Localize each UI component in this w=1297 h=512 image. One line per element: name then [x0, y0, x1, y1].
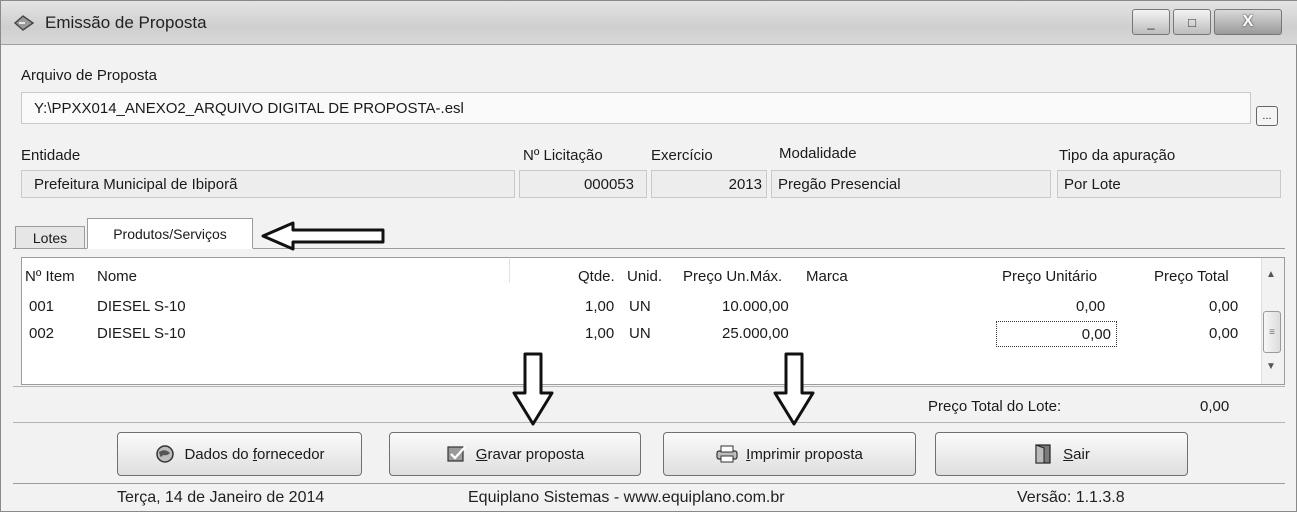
row-preco-unit: 0,00 [1081, 325, 1111, 343]
status-divider [13, 483, 1285, 484]
browse-button[interactable]: ... [1256, 106, 1278, 126]
col-header-qtde[interactable]: Qtde. [578, 268, 615, 285]
row-unid: UN [629, 325, 651, 342]
col-header-preco-max[interactable]: Preço Un.Máx. [683, 268, 782, 285]
divider [13, 386, 1285, 387]
row-item: 001 [29, 298, 55, 315]
tab-produtos-label: Produtos/Serviços [113, 225, 227, 242]
row-preco-total: 0,00 [1209, 325, 1239, 342]
scroll-thumb[interactable]: ≡ [1263, 311, 1281, 353]
imprimir-proposta-button[interactable]: Imprimir proposta [663, 432, 916, 476]
entidade-field: Prefeitura Municipal de Ibiporã [21, 170, 515, 198]
col-header-item[interactable]: Nº Item [25, 268, 75, 285]
col-header-nome[interactable]: Nome [97, 268, 137, 285]
scroll-up-icon[interactable]: ▲ [1266, 269, 1276, 280]
col-header-preco-total[interactable]: Preço Total [1154, 268, 1229, 285]
printer-icon [716, 444, 738, 464]
apuracao-value: Por Lote [1064, 175, 1121, 193]
imprimir-proposta-label: Imprimir proposta [746, 445, 863, 463]
modalidade-field: Pregão Presencial [771, 170, 1051, 198]
dados-fornecedor-button[interactable]: Dados do fornecedor [117, 432, 362, 476]
row-unid: UN [629, 298, 651, 315]
close-icon: X [1242, 13, 1254, 30]
app-icon [13, 15, 35, 31]
minimize-button[interactable]: _ [1132, 9, 1170, 35]
licitacao-value: 000053 [583, 175, 634, 193]
proposal-window: Emissão de Proposta _ □ X Arquivo de Pro… [0, 0, 1297, 512]
row-preco-unit[interactable]: 0,00 [1076, 298, 1105, 315]
scroll-down-icon[interactable]: ▼ [1266, 361, 1276, 372]
col-header-unid[interactable]: Unid. [627, 268, 662, 285]
total-lote-value: 0,00 [1200, 398, 1230, 415]
checkbox-icon [446, 444, 468, 464]
row-preco-max: 25.000,00 [722, 325, 789, 342]
maximize-icon: □ [1188, 14, 1196, 30]
status-date: Terça, 14 de Janeiro de 2014 [117, 489, 325, 506]
exercicio-label: Exercício [651, 147, 713, 164]
row-qtde: 1,00 [585, 325, 615, 342]
row-preco-total: 0,00 [1209, 298, 1239, 315]
arrow-down-annotation [512, 352, 554, 426]
minimize-icon: _ [1147, 14, 1155, 30]
row-nome: DIESEL S-10 [97, 325, 186, 342]
preco-unitario-editor[interactable]: 0,00 [996, 321, 1117, 347]
scroll-grip-icon: ≡ [1269, 326, 1275, 338]
row-item: 002 [29, 325, 55, 342]
globe-icon [154, 444, 176, 464]
gravar-proposta-label: Gravar proposta [475, 445, 585, 463]
apuracao-label: Tipo da apuração [1059, 147, 1176, 164]
tab-produtos-servicos[interactable]: Produtos/Serviços [87, 218, 253, 249]
window-title: Emissão de Proposta [45, 13, 207, 32]
row-nome: DIESEL S-10 [97, 298, 186, 315]
divider [13, 422, 1285, 423]
column-separator [509, 259, 510, 283]
arquivo-label: Arquivo de Proposta [21, 67, 157, 84]
tab-lotes[interactable]: Lotes [15, 226, 85, 248]
licitacao-field: 000053 [519, 170, 647, 198]
close-button[interactable]: X [1214, 9, 1282, 35]
arrow-left-annotation [261, 221, 385, 251]
tab-lotes-label: Lotes [32, 229, 68, 246]
col-header-preco-unit[interactable]: Preço Unitário [1002, 268, 1097, 285]
entidade-value: Prefeitura Municipal de Ibiporã [34, 175, 238, 193]
total-lote-label: Preço Total do Lote: [928, 398, 1062, 415]
modalidade-label: Modalidade [779, 145, 857, 162]
col-header-marca[interactable]: Marca [806, 268, 848, 285]
arrow-down-annotation [773, 352, 815, 426]
row-qtde: 1,00 [585, 298, 615, 315]
status-version: Versão: 1.1.3.8 [1017, 489, 1125, 506]
modalidade-value: Pregão Presencial [778, 175, 901, 193]
exercicio-field: 2013 [651, 170, 767, 198]
entidade-label: Entidade [21, 147, 81, 164]
sair-button[interactable]: Sair [935, 432, 1188, 476]
apuracao-field: Por Lote [1057, 170, 1281, 198]
browse-label: ... [1262, 109, 1272, 122]
arquivo-value: Y:\PPXX014_ANEXO2_ARQUIVO DIGITAL DE PRO… [34, 99, 464, 117]
sair-label: Sair [1063, 445, 1090, 463]
gravar-proposta-button[interactable]: Gravar proposta [389, 432, 641, 476]
arquivo-field[interactable]: Y:\PPXX014_ANEXO2_ARQUIVO DIGITAL DE PRO… [21, 92, 1251, 124]
dados-fornecedor-label: Dados do fornecedor [184, 445, 325, 463]
row-preco-max: 10.000,00 [722, 298, 789, 315]
maximize-button[interactable]: □ [1173, 9, 1211, 35]
exit-door-icon [1033, 444, 1055, 464]
exercicio-value: 2013 [728, 175, 762, 193]
status-company: Equiplano Sistemas - www.equiplano.com.b… [468, 489, 785, 506]
title-bar: Emissão de Proposta _ □ X [1, 1, 1297, 45]
licitacao-label: Nº Licitação [523, 147, 603, 164]
